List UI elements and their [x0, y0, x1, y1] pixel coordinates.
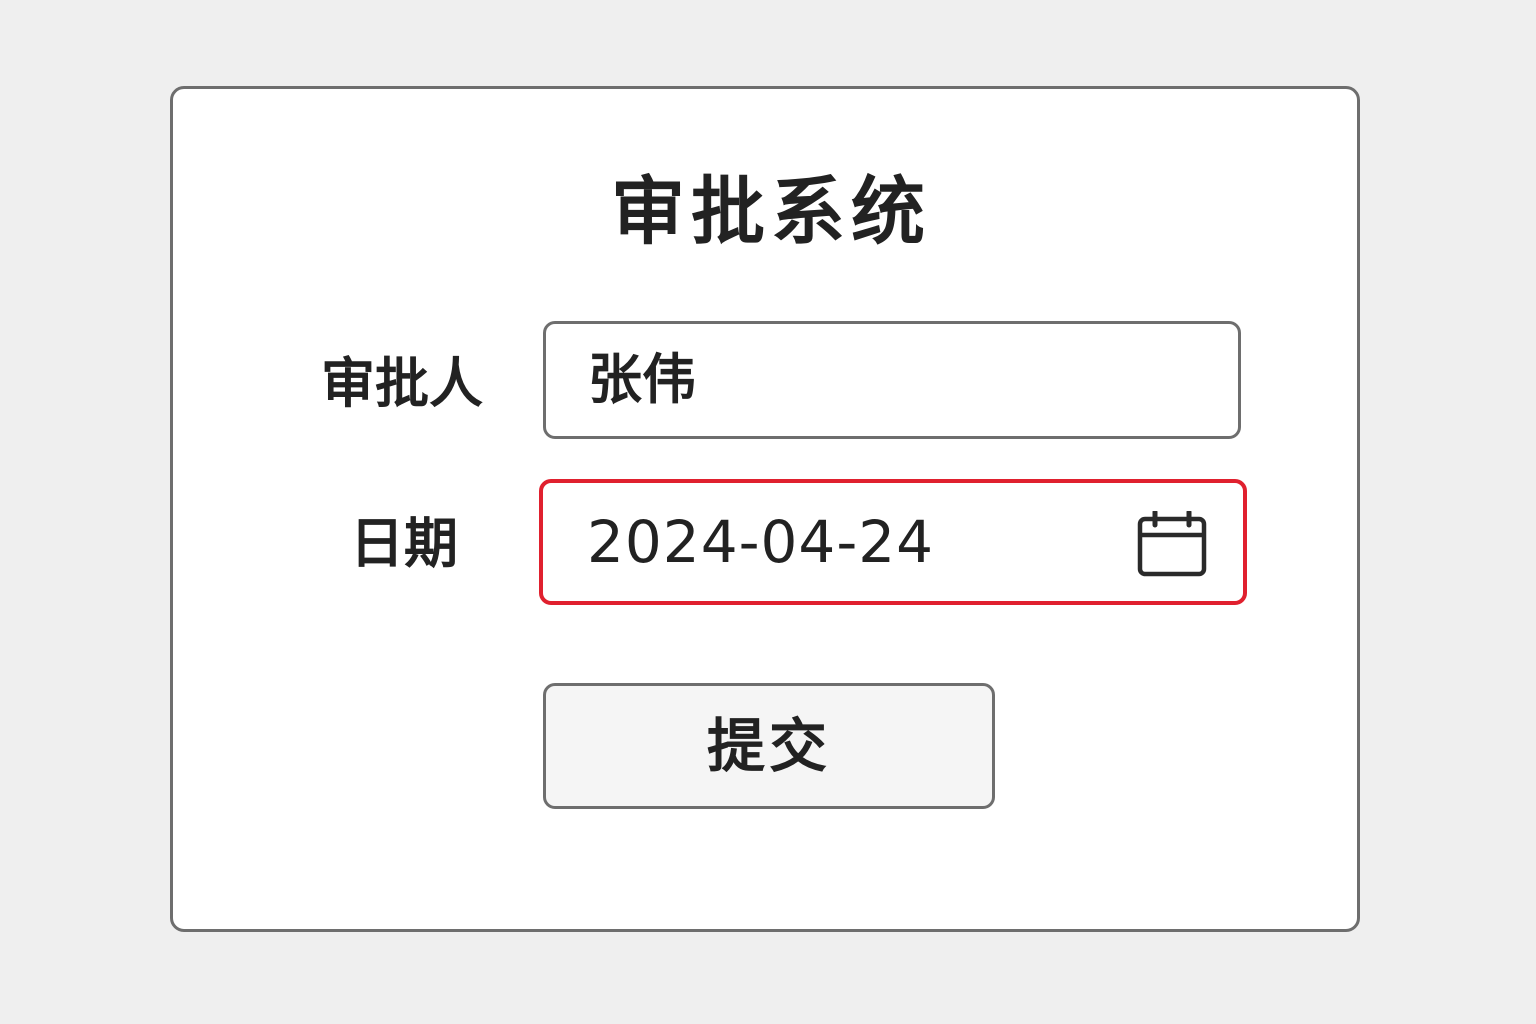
- approver-value: 张伟: [588, 348, 696, 411]
- calendar-icon[interactable]: [1137, 511, 1207, 577]
- date-label: 日期: [350, 512, 458, 575]
- approver-input[interactable]: 张伟: [543, 321, 1241, 439]
- approval-form-card: 审批系统 审批人 张伟 日期 2024-04-24 提交: [170, 86, 1360, 932]
- date-input[interactable]: 2024-04-24: [539, 479, 1247, 605]
- page-title: 审批系统: [611, 169, 931, 255]
- approver-label: 审批人: [321, 352, 483, 415]
- date-value: 2024-04-24: [587, 508, 935, 576]
- submit-button[interactable]: 提交: [543, 683, 995, 809]
